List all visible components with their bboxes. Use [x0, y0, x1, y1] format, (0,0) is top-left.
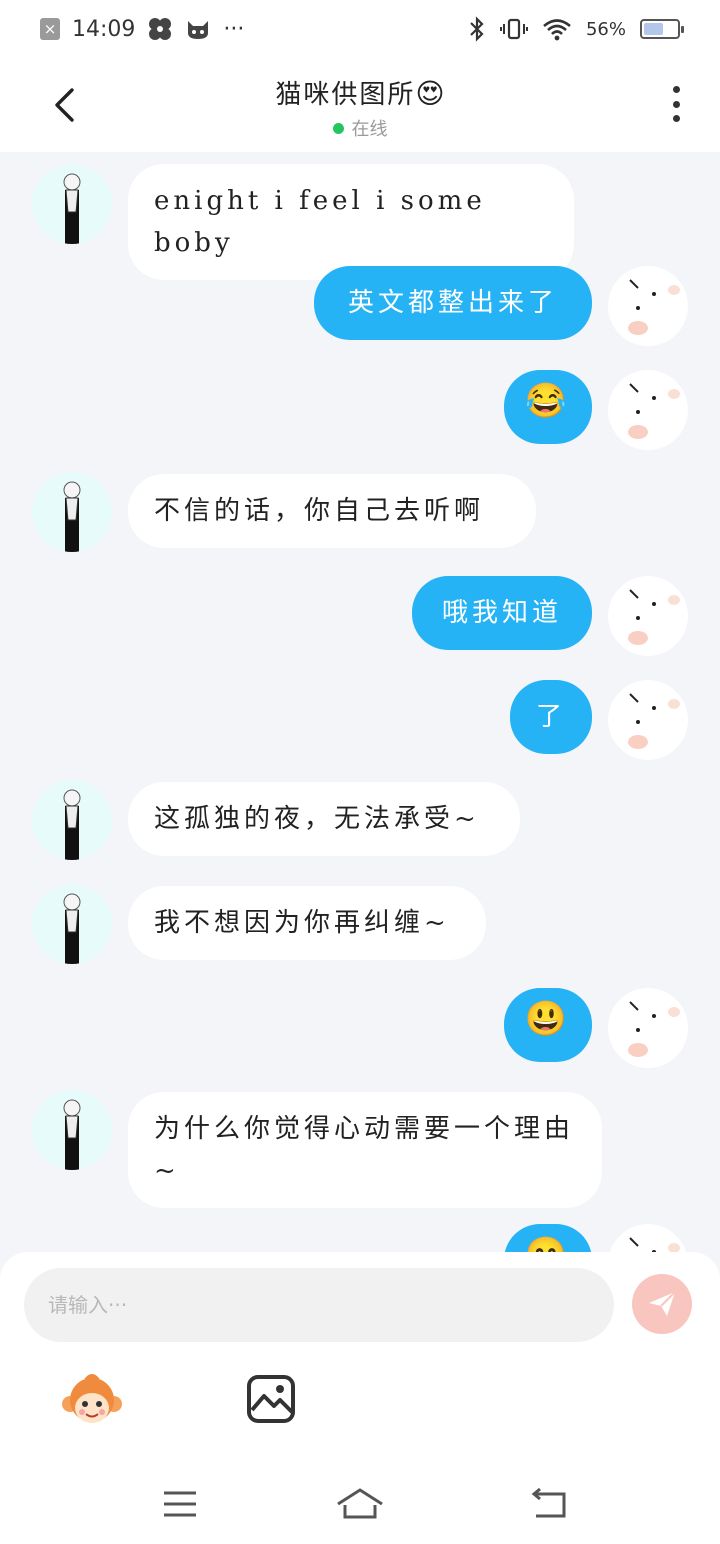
anime-character-avatar — [63, 1099, 81, 1170]
heart-eyes-emoji: 😍 — [415, 77, 445, 110]
more-dot — [672, 86, 680, 93]
cat-face-avatar — [628, 589, 680, 645]
chat-header: 猫咪供图所😍 在线 — [0, 58, 720, 152]
anime-character-avatar — [63, 789, 81, 860]
pinwheel-icon — [149, 18, 172, 40]
my-avatar[interactable] — [608, 1224, 688, 1252]
status-left: × 14:09 ··· — [40, 16, 244, 42]
my-avatar[interactable] — [608, 680, 688, 760]
home-icon — [337, 1488, 383, 1519]
paper-plane-icon — [649, 1291, 676, 1316]
tears-of-joy-emoji: 😂 — [524, 381, 572, 421]
chat-messages[interactable]: enight i feel i some boby 英文都整出来了 😂 不信的话… — [0, 152, 720, 1252]
notification-close-icon: × — [40, 18, 60, 40]
more-options-button[interactable] — [670, 86, 682, 122]
title-wrap: 猫咪供图所😍 在线 — [0, 74, 720, 141]
my-avatar[interactable] — [608, 988, 688, 1068]
menu-icon — [164, 1491, 196, 1517]
cat-face-avatar — [628, 279, 680, 335]
online-status: 在线 — [0, 115, 720, 141]
contact-avatar[interactable] — [32, 472, 112, 552]
status-more-dots: ··· — [223, 16, 245, 42]
grinning-face-emoji: 😃 — [524, 999, 572, 1039]
contact-avatar[interactable] — [32, 164, 112, 244]
system-nav-bar — [0, 1464, 720, 1544]
battery-percent: 56% — [585, 18, 626, 40]
nav-menu-button[interactable] — [158, 1486, 202, 1522]
message-bubble[interactable]: 了 — [510, 680, 592, 754]
send-button[interactable] — [632, 1274, 692, 1334]
my-avatar[interactable] — [608, 266, 688, 346]
cat-app-icon — [188, 21, 209, 39]
image-picker-button[interactable] — [244, 1372, 298, 1426]
cat-face-avatar — [629, 1237, 680, 1252]
status-right: 56% — [468, 16, 684, 42]
battery-icon — [640, 19, 684, 39]
return-icon — [531, 1488, 566, 1518]
cat-face-avatar — [628, 1001, 680, 1057]
monkey-face-icon — [62, 1374, 122, 1423]
chat-title: 猫咪供图所 — [275, 80, 416, 110]
more-dot — [672, 115, 680, 122]
battery-fill — [644, 23, 663, 35]
message-bubble[interactable]: enight i feel i some boby — [128, 164, 574, 280]
message-bubble[interactable]: 为什么你觉得心动需要一个理由~ — [128, 1092, 602, 1208]
anime-character-avatar — [63, 481, 81, 552]
nav-back-button[interactable] — [526, 1486, 570, 1522]
status-time: 14:09 — [72, 16, 136, 42]
bluetooth-icon — [470, 16, 484, 42]
online-status-text: 在线 — [351, 119, 388, 140]
message-input[interactable] — [24, 1268, 614, 1342]
cat-face-avatar — [628, 383, 680, 439]
more-dot — [672, 100, 680, 108]
contact-avatar[interactable] — [32, 1090, 112, 1170]
online-dot — [332, 122, 344, 134]
chat-title-row: 猫咪供图所😍 — [0, 74, 720, 111]
image-icon — [247, 1375, 295, 1423]
message-bubble[interactable]: 这孤独的夜，无法承受~ — [128, 782, 520, 856]
wifi-icon — [543, 19, 571, 41]
message-bubble[interactable]: 我不想因为你再纠缠~ — [128, 886, 486, 960]
contact-avatar[interactable] — [32, 780, 112, 860]
message-bubble[interactable]: 英文都整出来了 — [314, 266, 592, 340]
anime-character-avatar — [63, 173, 81, 244]
emoji-bubble[interactable]: 😃 — [504, 988, 592, 1062]
vibrate-icon — [499, 18, 528, 40]
message-bubble[interactable]: 不信的话，你自己去听啊 — [128, 474, 536, 548]
contact-avatar[interactable] — [32, 884, 112, 964]
nav-home-button[interactable] — [334, 1486, 386, 1522]
message-bubble[interactable]: 哦我知道 — [412, 576, 592, 650]
smiling-face-emoji: 😊 — [525, 1235, 571, 1252]
cat-face-avatar — [628, 693, 680, 749]
emoji-bubble[interactable]: 😊 — [504, 1224, 592, 1252]
my-avatar[interactable] — [608, 576, 688, 656]
emoji-picker-button[interactable] — [60, 1370, 124, 1434]
status-bar: × 14:09 ··· 56% — [0, 0, 720, 58]
anime-character-avatar — [63, 893, 81, 964]
my-avatar[interactable] — [608, 370, 688, 450]
emoji-bubble[interactable]: 😂 — [504, 370, 592, 444]
